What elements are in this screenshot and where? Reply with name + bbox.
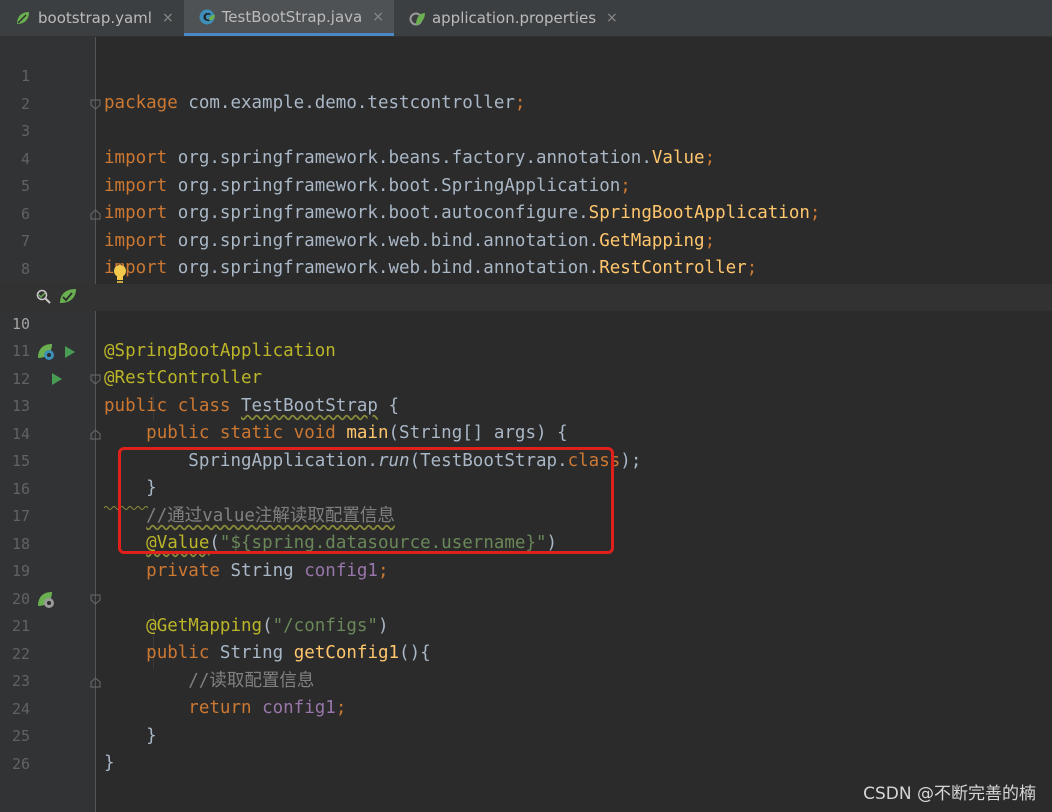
tab-application-properties[interactable]: application.properties × xyxy=(394,0,628,36)
brace: } xyxy=(104,753,115,773)
tab-label: TestBootStrap.java xyxy=(221,7,363,26)
tab-testbootstrap-java[interactable]: C TestBootStrap.java × xyxy=(183,0,394,36)
tab-bootstrap-yaml[interactable]: bootstrap.yaml × xyxy=(0,0,184,36)
code-line: 13 public static void main(String[] args… xyxy=(0,366,1052,443)
code-line: 26 xyxy=(0,724,1052,773)
code-line: 7 import org.springframework.web.bind.an… xyxy=(0,201,1052,278)
code-line-current: 10 @SpringBootApplication xyxy=(0,284,1052,361)
code-line: 5 import org.springframework.boot.autoco… xyxy=(0,146,1052,223)
code-line: 20 @GetMapping("/configs") xyxy=(0,559,1052,636)
fold-marker-icon[interactable] xyxy=(90,429,101,440)
code-line: 12 public class TestBootStrap { xyxy=(0,339,1052,416)
code-line: 25 } xyxy=(0,696,1052,773)
highlight-box xyxy=(118,447,614,554)
code-line: 2 xyxy=(0,64,1052,113)
tab-label: bootstrap.yaml xyxy=(38,9,152,27)
spring-bean-icon[interactable] xyxy=(36,342,56,362)
watermark: CSDN @不断完善的楠 xyxy=(863,784,1036,804)
fold-marker-icon[interactable] xyxy=(90,374,101,385)
code-line: 3 import org.springframework.beans.facto… xyxy=(0,91,1052,168)
code-line: 22 //读取配置信息 xyxy=(0,614,1052,691)
fold-marker-icon[interactable] xyxy=(90,594,101,605)
code-line: 11 @RestController xyxy=(0,311,1052,388)
code-line: 21 public String getConfig1(){ xyxy=(0,586,1052,663)
editor-tab-bar: bootstrap.yaml × C TestBootStrap.java × … xyxy=(0,0,1052,37)
code-line: 9 xyxy=(0,256,1052,305)
line-number: 26 xyxy=(11,755,30,773)
properties-leaf-icon xyxy=(409,12,425,26)
inspect-bean-icon[interactable] xyxy=(36,289,52,305)
code-line: 24 } xyxy=(0,669,1052,746)
lightbulb-icon[interactable] xyxy=(112,264,128,284)
code-line: 15 } xyxy=(0,421,1052,498)
spring-boot-leaf-icon[interactable] xyxy=(58,287,78,305)
run-icon[interactable] xyxy=(50,372,64,386)
close-icon[interactable]: × xyxy=(606,10,618,26)
java-class-icon: C xyxy=(199,9,215,24)
tab-label: application.properties xyxy=(431,9,597,27)
code-line: 23 return config1; xyxy=(0,641,1052,718)
code-line: 8 xyxy=(0,229,1052,278)
close-icon[interactable]: × xyxy=(162,10,174,26)
code-line: 14 SpringApplication.run(TestBootStrap.c… xyxy=(0,394,1052,471)
fold-marker-icon[interactable] xyxy=(90,209,101,220)
fold-marker-icon[interactable] xyxy=(90,677,101,688)
fold-marker-icon[interactable] xyxy=(90,99,101,110)
close-icon[interactable]: × xyxy=(372,9,384,25)
spring-endpoint-icon[interactable] xyxy=(36,590,56,610)
code-line: 6 import org.springframework.web.bind.an… xyxy=(0,174,1052,251)
code-text: } xyxy=(104,750,115,777)
run-icon[interactable] xyxy=(63,345,77,359)
code-line: 1 package com.example.demo.testcontrolle… xyxy=(0,36,1052,113)
yaml-leaf-icon xyxy=(17,12,29,24)
code-line: 4 import org.springframework.boot.Spring… xyxy=(0,119,1052,196)
